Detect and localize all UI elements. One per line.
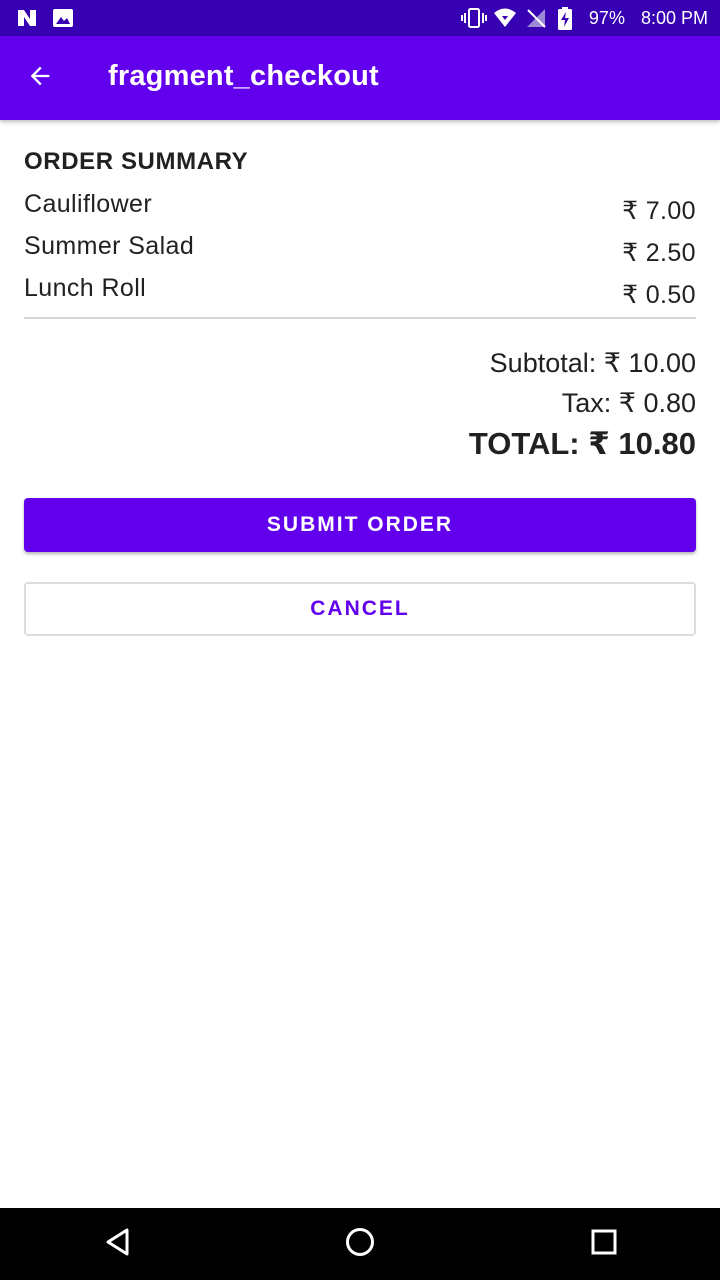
cancel-label: CANCEL	[310, 597, 410, 620]
item-name: Lunch Roll	[24, 274, 147, 302]
item-price: ₹ 7.00	[622, 197, 696, 225]
nav-back-icon	[103, 1227, 133, 1262]
list-item: Summer Salad ₹ 2.50	[24, 232, 696, 272]
subtotal-text: Subtotal: ₹ 10.00	[489, 348, 696, 378]
status-bar: 97% 8:00 PM	[0, 0, 720, 36]
total-text: TOTAL: ₹ 10.80	[468, 426, 696, 461]
nav-back-button[interactable]	[98, 1224, 138, 1264]
item-price: ₹ 0.50	[622, 281, 696, 309]
battery-percent: 97%	[588, 7, 625, 28]
submit-order-label: SUBMIT ORDER	[266, 513, 454, 536]
item-name: Cauliflower	[24, 190, 153, 218]
status-system: 97% 8:00 PM	[460, 0, 708, 36]
submit-order-button[interactable]: SUBMIT ORDER	[24, 498, 696, 552]
page-title: fragment_checkout	[108, 60, 379, 92]
nav-recents-icon	[590, 1228, 618, 1261]
image-notification-icon	[52, 7, 74, 29]
item-name: Summer Salad	[24, 232, 195, 260]
list-item: Lunch Roll ₹ 0.50	[24, 274, 696, 314]
list-item: Cauliflower ₹ 7.00	[24, 190, 696, 230]
clock: 8:00 PM	[640, 7, 708, 28]
vibrate-icon	[460, 7, 487, 29]
system-nav-bar	[0, 1208, 720, 1280]
checkout-screen: 97% 8:00 PM fragment_checkout ORDER SUMM…	[0, 0, 720, 1280]
back-button[interactable]	[18, 56, 62, 100]
no-signal-icon	[525, 7, 547, 29]
notification-n-icon	[16, 7, 38, 29]
cancel-button[interactable]: CANCEL	[24, 582, 696, 636]
item-price: ₹ 2.50	[622, 239, 696, 267]
app-bar: fragment_checkout	[0, 36, 720, 120]
battery-charging-icon	[557, 7, 579, 30]
nav-home-button[interactable]	[340, 1224, 380, 1264]
status-notifications	[16, 7, 74, 29]
order-summary-heading: ORDER SUMMARY	[24, 148, 249, 175]
nav-recents-button[interactable]	[584, 1224, 624, 1264]
divider	[24, 317, 696, 319]
wifi-icon	[493, 7, 516, 29]
arrow-back-icon	[26, 62, 54, 95]
nav-home-icon	[344, 1226, 376, 1263]
tax-text: Tax: ₹ 0.80	[561, 388, 696, 418]
